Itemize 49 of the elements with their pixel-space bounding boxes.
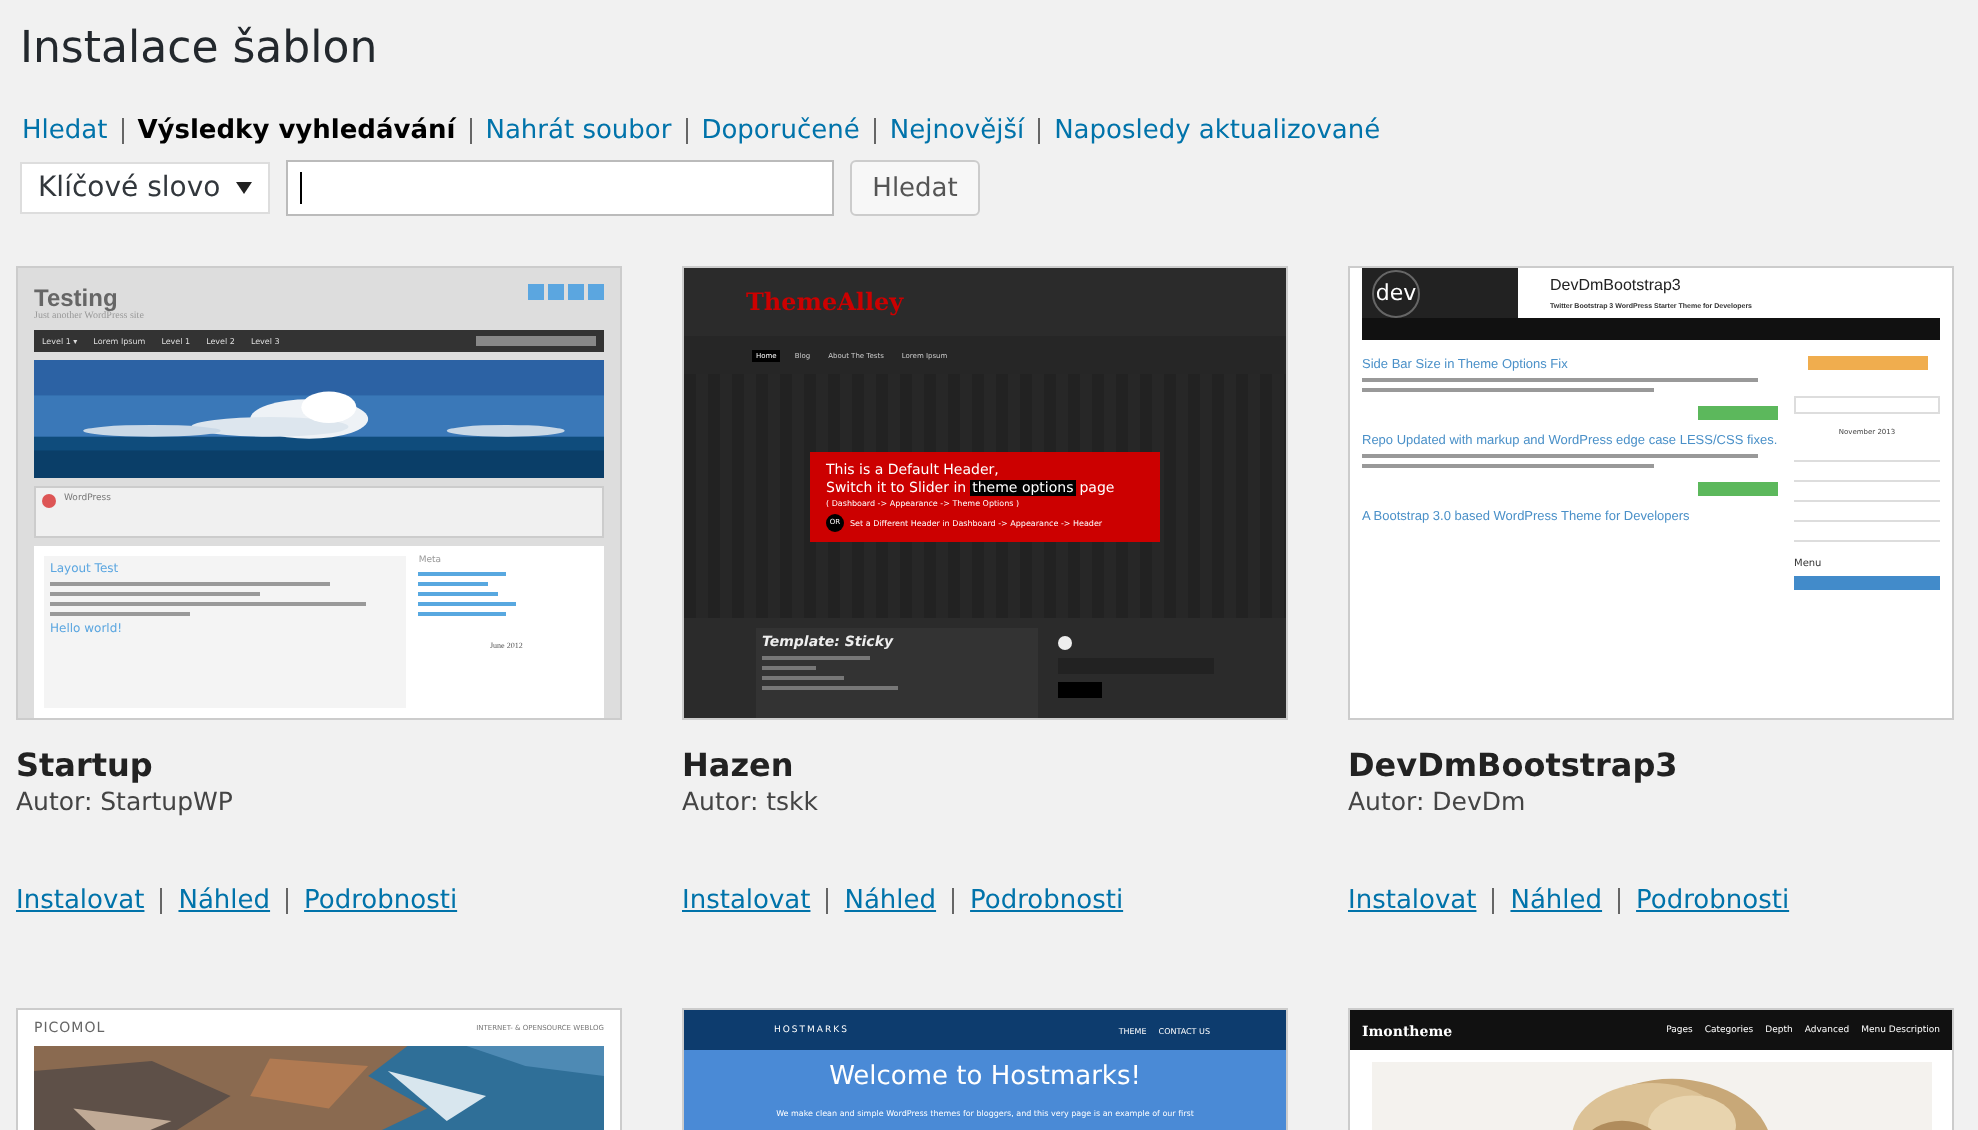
- site-logo: ThemeAlley: [744, 286, 906, 320]
- sidebar-link: [418, 592, 498, 596]
- theme-name: Hazen: [682, 746, 796, 786]
- theme-action-link[interactable]: Podrobnosti: [970, 886, 1124, 916]
- leave-comment-button: [1698, 406, 1778, 420]
- site-title: Testing: [34, 284, 118, 312]
- hero-title: Welcome to Hostmarks!: [827, 1062, 1143, 1092]
- sidebar-link: [418, 612, 507, 616]
- rss-icon: [1058, 636, 1072, 650]
- theme-author: Autor: DevDm: [1348, 786, 1528, 818]
- search-type-select[interactable]: Klíčové slovo: [20, 162, 271, 214]
- text-line: [762, 686, 897, 690]
- filter-link[interactable]: Hledat: [22, 115, 108, 145]
- search-field[interactable]: [286, 160, 835, 216]
- filter-link[interactable]: Výsledky vyhledávání: [137, 115, 456, 145]
- theme-name: Startup: [16, 746, 155, 786]
- theme-action-link[interactable]: Podrobnosti: [1636, 886, 1790, 916]
- search-button[interactable]: Hledat: [850, 160, 980, 216]
- text-line: [762, 666, 816, 670]
- theme-action-link[interactable]: Náhled: [844, 886, 937, 916]
- theme-action-link[interactable]: Instalovat: [1348, 886, 1477, 916]
- theme-action-link[interactable]: Instalovat: [16, 886, 145, 916]
- sidebar-link: [418, 602, 516, 606]
- filter-link[interactable]: Nahrát soubor: [485, 115, 672, 145]
- text-line: [50, 612, 191, 616]
- filter-link[interactable]: Doporučené: [701, 115, 860, 145]
- sidebar-link: [418, 572, 507, 576]
- leave-comment-button: [1698, 482, 1778, 496]
- theme-screenshot[interactable]: [1348, 266, 1954, 720]
- text-line: [762, 676, 843, 680]
- theme-action-link[interactable]: Instalovat: [682, 886, 811, 916]
- github-button: [1807, 356, 1927, 370]
- theme-name: DevDmBootstrap3: [1348, 746, 1680, 786]
- filter-link[interactable]: Nejnovější: [889, 115, 1025, 145]
- sidebar-link: [418, 582, 489, 586]
- page-title: Instalace šablon: [18, 22, 380, 78]
- search-button: [1058, 682, 1102, 698]
- theme-action-link[interactable]: Náhled: [1510, 886, 1603, 916]
- filter-link[interactable]: Naposledy aktualizované: [1054, 115, 1381, 145]
- theme-screenshot[interactable]: [682, 266, 1288, 720]
- theme-action-link[interactable]: Podrobnosti: [304, 886, 458, 916]
- theme-author: Autor: tskk: [682, 786, 821, 818]
- theme-author: Autor: StartupWP: [16, 786, 235, 818]
- wordpress-icon: [42, 494, 56, 508]
- caret-icon: [236, 182, 253, 194]
- text-line: [762, 656, 870, 660]
- theme-action-link[interactable]: Náhled: [178, 886, 271, 916]
- site-title: DevDmBootstrap3: [1550, 276, 1683, 294]
- search-field: [476, 336, 596, 346]
